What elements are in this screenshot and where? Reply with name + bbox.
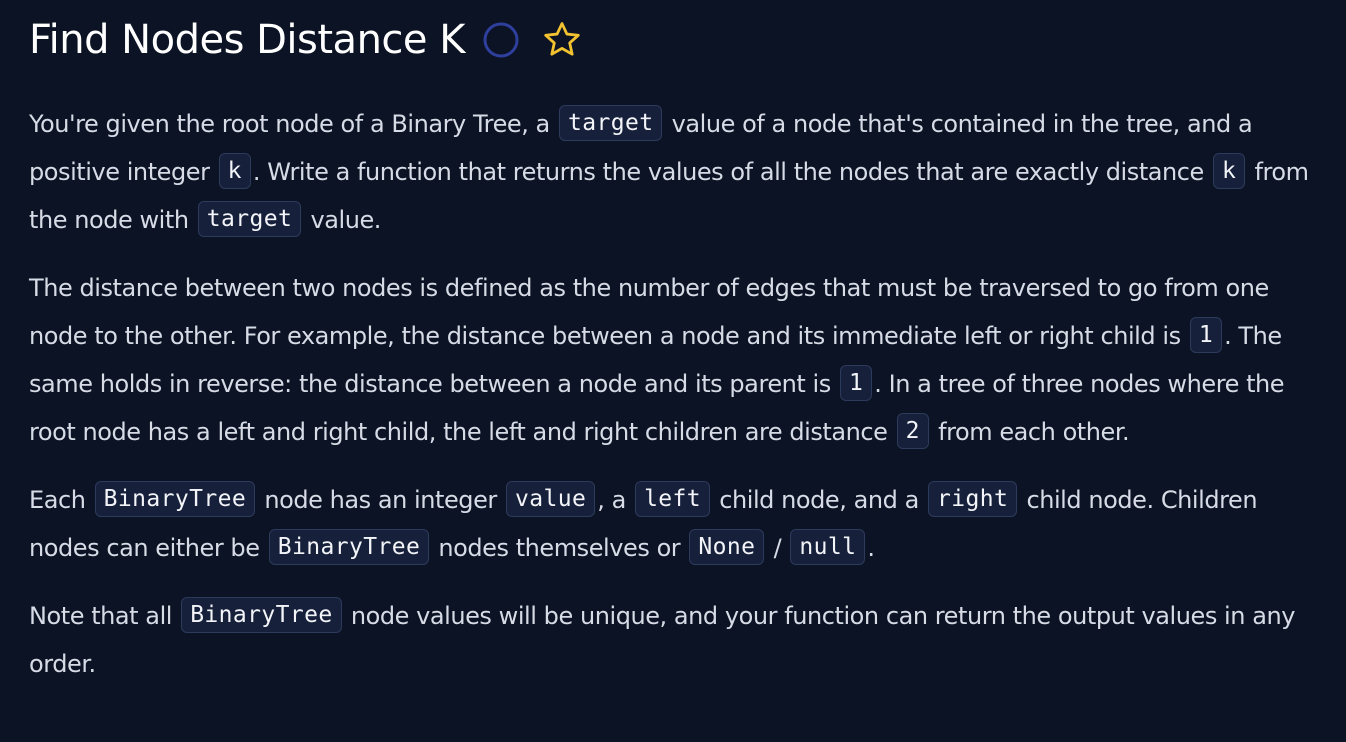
description-paragraph-3: Each BinaryTree node has an integer valu… (29, 476, 1329, 572)
inline-code-2: 2 (896, 413, 929, 449)
inline-code-k: k (1213, 153, 1246, 189)
inline-code-none: None (689, 529, 765, 565)
inline-code-1: 1 (840, 365, 873, 401)
inline-code-binarytree: BinaryTree (268, 529, 430, 565)
description-paragraph-1: You're given the root node of a Binary T… (29, 100, 1329, 244)
favorite-button[interactable] (541, 19, 583, 61)
problem-description: You're given the root node of a Binary T… (29, 100, 1329, 708)
completion-status-button[interactable] (483, 22, 519, 58)
inline-code-right: right (928, 481, 1018, 517)
star-outline-icon (544, 22, 580, 56)
inline-code-binarytree: BinaryTree (181, 597, 342, 633)
inline-code-null: null (790, 529, 866, 565)
circle-outline-icon (483, 22, 519, 58)
inline-code-target: target (559, 105, 663, 141)
problem-page: Find Nodes Distance K You're given the r… (0, 0, 1346, 742)
inline-code-value: value (506, 481, 596, 517)
description-paragraph-4: Note that all BinaryTree node values wil… (29, 592, 1329, 688)
inline-code-1: 1 (1189, 317, 1223, 353)
description-paragraph-2: The distance between two nodes is define… (29, 264, 1329, 456)
title-row: Find Nodes Distance K (29, 10, 583, 70)
inline-code-left: left (635, 481, 711, 517)
inline-code-binarytree: BinaryTree (94, 481, 256, 517)
page-title: Find Nodes Distance K (29, 17, 465, 63)
inline-code-k: k (218, 153, 251, 189)
inline-code-target: target (197, 201, 302, 237)
